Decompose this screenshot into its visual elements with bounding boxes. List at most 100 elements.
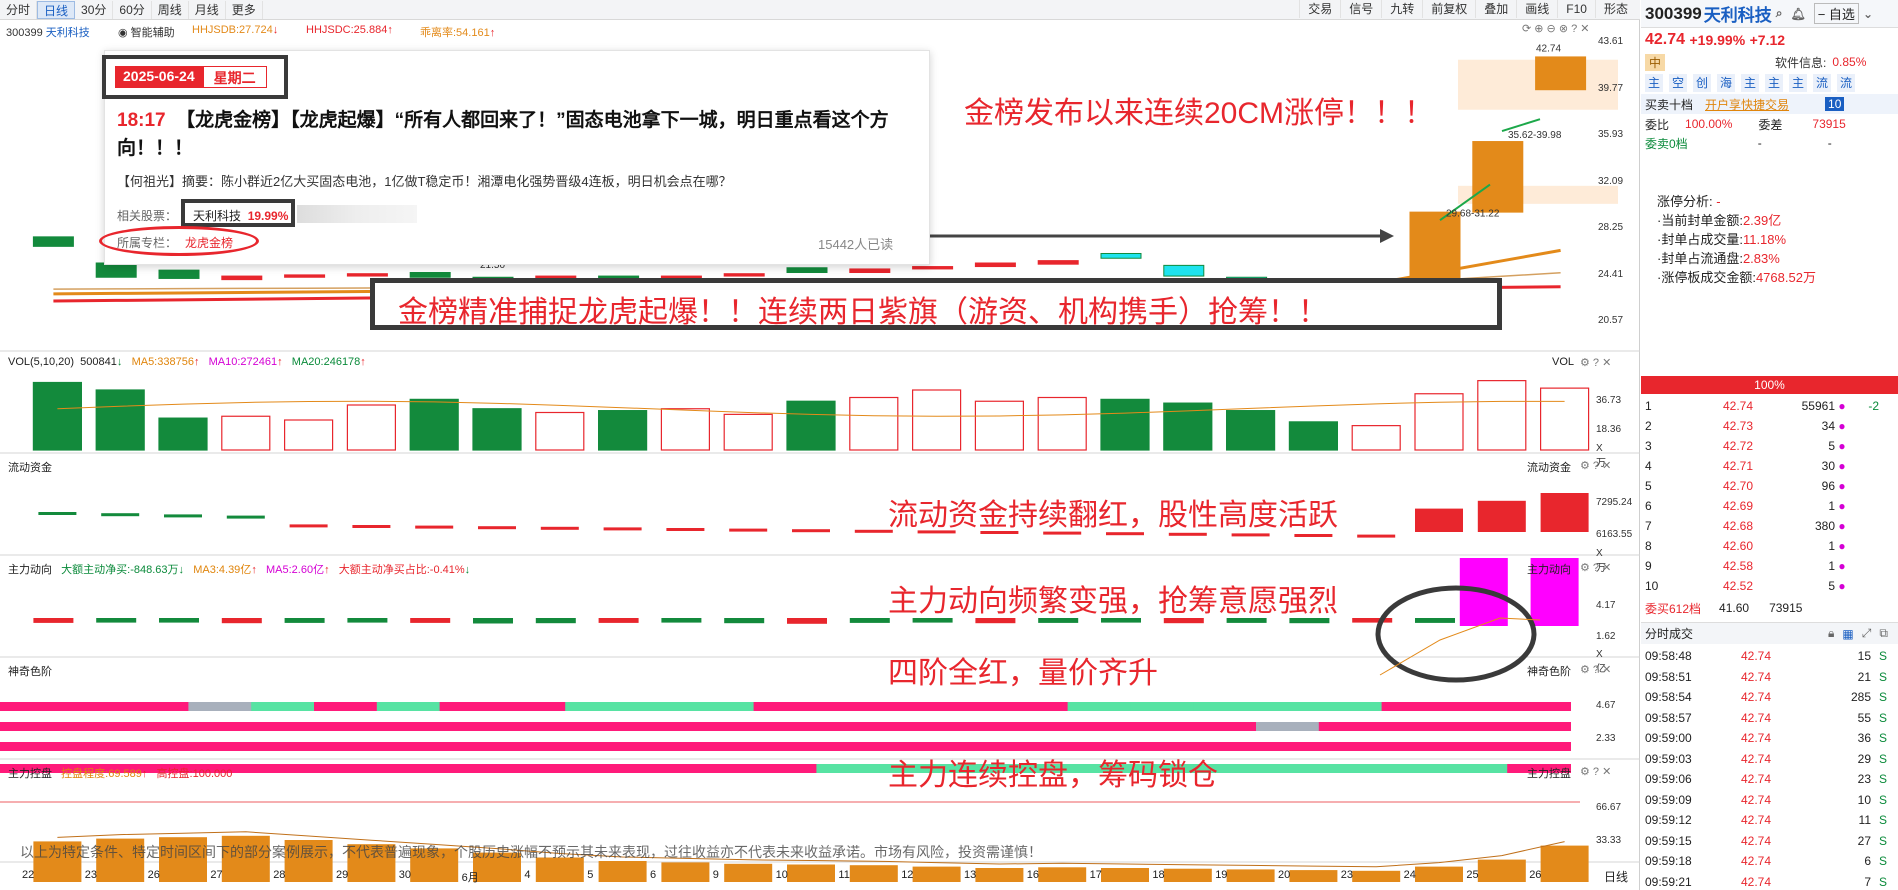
bid-level: 4	[1645, 459, 1652, 473]
toolbar-menu-item[interactable]: 前复权	[1422, 0, 1475, 18]
date-mode[interactable]: 日线	[1604, 868, 1628, 885]
magic-ctrl[interactable]: ⚙ ? ✕	[1580, 663, 1611, 676]
price-candle	[158, 269, 200, 279]
mainforce-bar	[849, 618, 890, 623]
period-tab[interactable]: 30分	[75, 0, 114, 19]
side-badge-icon[interactable]: 流	[1813, 74, 1831, 92]
book-count[interactable]: 10	[1825, 97, 1845, 111]
side-badge-icon[interactable]: 空	[1669, 74, 1687, 92]
open-account-link[interactable]: 开户享快捷交易	[1705, 96, 1789, 113]
toolbar-menu-item[interactable]: 画线	[1516, 0, 1557, 18]
date-tick: 10	[775, 869, 788, 881]
magic-right-label: 神奇色阶	[1527, 666, 1571, 678]
volume-bar	[221, 415, 271, 451]
search-icon[interactable]: ⌕	[1776, 6, 1783, 21]
toolbar-menu-item[interactable]: 九转	[1381, 0, 1422, 18]
flow-bar	[352, 525, 391, 528]
chevron-down-icon[interactable]: ⌄	[1863, 7, 1873, 21]
news-card[interactable]: 2025-06-24 星期二 18:17 【龙虎金榜】【龙虎起爆】“所有人都回来…	[99, 50, 930, 265]
self-select-button[interactable]: − 自选	[1813, 3, 1859, 24]
panel-tick: 6163.55	[1596, 529, 1633, 540]
magic-band	[628, 722, 692, 731]
side-badge-icon[interactable]: 主	[1765, 74, 1783, 92]
side-badge-icon[interactable]: 流	[1837, 74, 1855, 92]
trade-price: 42.74	[1741, 772, 1772, 786]
magic-band	[125, 702, 190, 711]
side-icon-strip: 主空创海主主主流流	[1641, 72, 1898, 94]
period-tab[interactable]: 60分	[113, 0, 152, 19]
side-badge-icon[interactable]: 主	[1741, 74, 1759, 92]
popout-icon[interactable]: ⧉	[1879, 626, 1888, 641]
flow-bar	[38, 512, 77, 515]
side-badge-icon[interactable]: 主	[1645, 74, 1663, 92]
period-tab[interactable]: 更多	[226, 0, 263, 19]
magic-band	[62, 702, 127, 711]
trade-price: 42.74	[1741, 649, 1772, 663]
news-headline[interactable]: 18:17 【龙虎金榜】【龙虎起爆】“所有人都回来了！”固态电池拿下一城，明日重…	[117, 107, 917, 163]
bid-level: 2	[1645, 419, 1652, 433]
toolbar-right-menu: 交易 信号 九转 前复权 叠加 画线 F10 形态	[1299, 0, 1636, 20]
bid-row[interactable]: 10 42.52 5 ●	[1641, 576, 1898, 596]
disclaimer: 以上为特定条件、特定时间区间下的部分案例展示，不代表普遍现象，个股历史涨幅不预示…	[20, 844, 1042, 860]
price-candle	[974, 262, 1016, 268]
bid-row[interactable]: 8 42.60 1 ●	[1641, 536, 1898, 556]
flow-bar	[1477, 500, 1526, 532]
bid-row[interactable]: 5 42.70 96 ●	[1641, 476, 1898, 496]
period-tab[interactable]: 日线	[37, 0, 76, 19]
lock-icon[interactable]: 🔒︎	[1828, 626, 1834, 641]
mainforce-ctrl[interactable]: ⚙ ? ✕	[1580, 561, 1611, 574]
bid-row[interactable]: 9 42.58 1 ●	[1641, 556, 1898, 576]
period-tab[interactable]: 周线	[152, 0, 189, 19]
trade-row: 09:58:54 42.74 285 S	[1641, 687, 1898, 708]
bell-icon[interactable]: 🔔︎	[1790, 7, 1805, 21]
bid-row[interactable]: 2 42.73 34 ●	[1641, 416, 1898, 436]
magic-band	[1256, 764, 1320, 773]
bid-row[interactable]: 7 42.68 380 ●	[1641, 516, 1898, 536]
magic-band	[251, 702, 315, 711]
magic-band	[816, 722, 881, 731]
magic-band	[816, 742, 881, 751]
column-name[interactable]: 龙虎金榜	[185, 234, 233, 251]
magic-band	[439, 764, 504, 773]
control-ctrl[interactable]: ⚙ ? ✕	[1580, 765, 1611, 778]
panel-tick: 18.36	[1596, 424, 1622, 435]
price-candle	[912, 266, 954, 270]
grid-icon[interactable]: ▦	[1842, 627, 1853, 641]
flow-bar	[1294, 534, 1333, 537]
bid-row[interactable]: 3 42.72 5 ●	[1641, 436, 1898, 456]
toolbar-menu-item[interactable]: F10	[1557, 0, 1595, 18]
toolbar-menu-item[interactable]: 信号	[1340, 0, 1381, 18]
date-tick: 5	[587, 869, 594, 881]
toolbar-menu-item[interactable]: 形态	[1594, 0, 1636, 18]
bid-row[interactable]: 4 42.71 30 ●	[1641, 456, 1898, 476]
bid-volume: 5	[1828, 439, 1835, 453]
vol-ctrl[interactable]: ⚙ ? ✕	[1580, 356, 1611, 369]
magic-band	[1130, 702, 1195, 711]
toolbar-menu-item[interactable]: 叠加	[1475, 0, 1516, 18]
related-stock[interactable]: 天利科技 19.99%	[193, 207, 288, 224]
volume-bar	[660, 408, 711, 451]
trade-row: 09:58:51 42.74 21 S	[1641, 667, 1898, 688]
bid-change: -2	[1868, 399, 1879, 413]
side-badge-icon[interactable]: 主	[1789, 74, 1807, 92]
expand-icon[interactable]: ⤢	[1862, 626, 1872, 641]
flow-ctrl[interactable]: ⚙ ? ✕	[1580, 459, 1611, 472]
bid-level: 7	[1645, 519, 1652, 533]
date-tick: 20	[1278, 869, 1291, 881]
bid-row[interactable]: 1 42.74 55961 ● -2	[1641, 396, 1898, 416]
magic-band	[1067, 722, 1132, 731]
bid-row[interactable]: 6 42.69 1 ●	[1641, 496, 1898, 516]
price-candle	[1472, 141, 1524, 213]
period-tab[interactable]: 分时	[0, 0, 38, 19]
book-header: 买卖十档 开户享快捷交易 10	[1641, 94, 1898, 114]
control-bar	[975, 868, 1024, 882]
date-tick: 9	[712, 869, 719, 881]
volume-bar	[409, 398, 459, 451]
price-row: 42.74 +19.99% +7.12	[1645, 31, 1786, 48]
toolbar-menu-item[interactable]: 交易	[1299, 0, 1340, 18]
trade-header: 分时成交 🔒︎ ▦ ⤢ ⧉	[1641, 622, 1898, 644]
trade-row: 09:59:06 42.74 23 S	[1641, 769, 1898, 790]
side-badge-icon[interactable]: 创	[1693, 74, 1711, 92]
side-badge-icon[interactable]: 海	[1717, 74, 1735, 92]
period-tab[interactable]: 月线	[189, 0, 226, 19]
